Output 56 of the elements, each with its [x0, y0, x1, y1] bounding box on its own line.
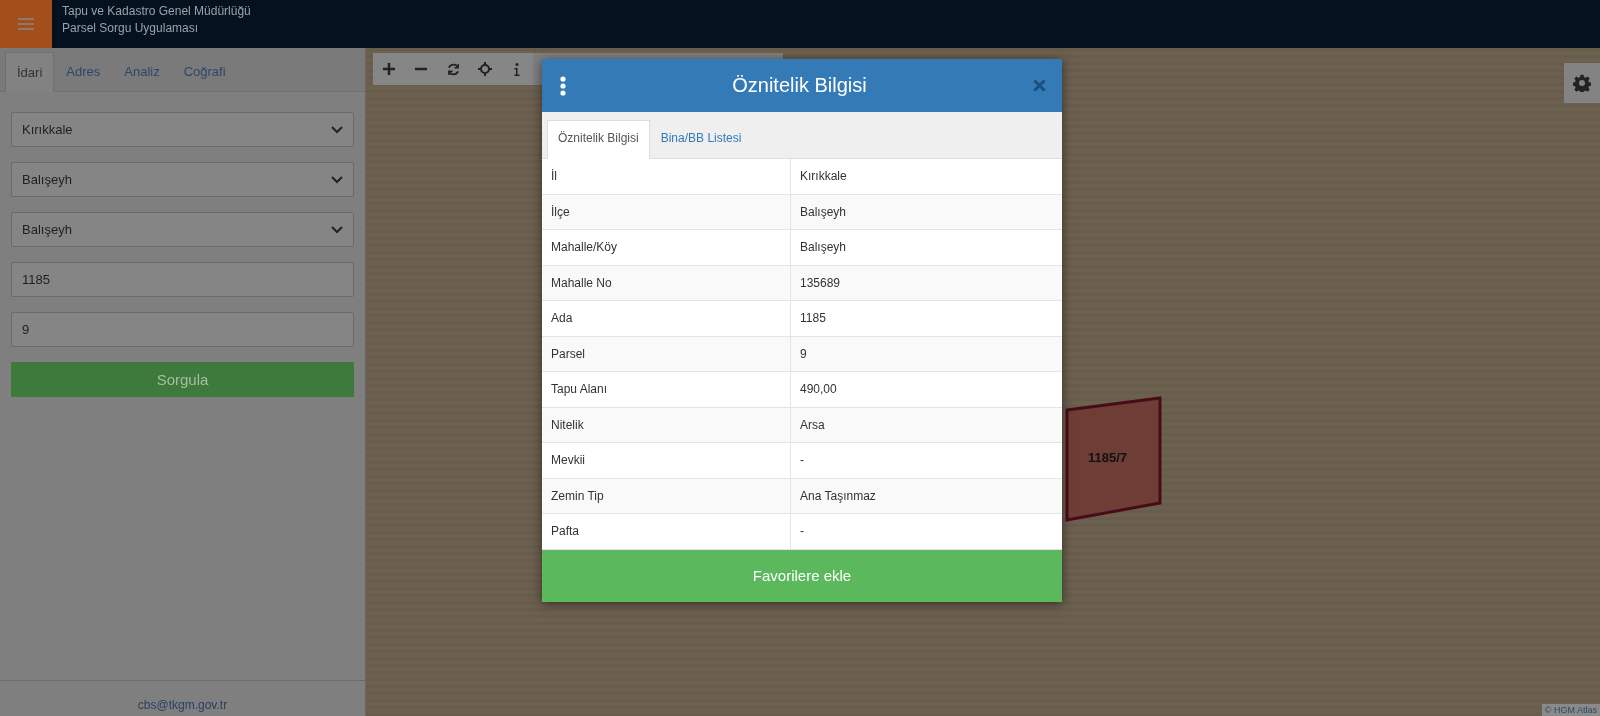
attribute-label: Nitelik	[542, 407, 791, 442]
attribute-label: Tapu Alanı	[542, 372, 791, 407]
options-button[interactable]	[560, 75, 566, 96]
attribute-label: Zemin Tip	[542, 478, 791, 513]
attribute-label: Parsel	[542, 336, 791, 371]
kebab-icon	[560, 75, 566, 96]
chevron-down-icon	[331, 125, 343, 134]
settings-icon	[1573, 74, 1591, 92]
map-attribution: © HGM Atlas	[1541, 704, 1600, 716]
attribute-label: İl	[542, 159, 791, 194]
attribute-value: Balışeyh	[799, 239, 848, 257]
dropdown-field[interactable]: Kırıkkale	[11, 112, 354, 147]
attribute-label: Mahalle/Köy	[542, 230, 791, 265]
add-favorites-button[interactable]: Favorilere ekle	[542, 549, 1062, 602]
attribute-label: Mevkii	[542, 443, 791, 478]
sidebar-tab[interactable]: Coğrafi	[171, 51, 238, 91]
attribute-value: 135689	[799, 274, 842, 292]
app-title: Tapu ve Kadastro Genel Müdürlüğü	[62, 4, 251, 18]
sidebar-tab[interactable]: Analiz	[112, 51, 172, 91]
attribute-label: İlçe	[542, 194, 791, 229]
app-subtitle: Parsel Sorgu Uygulaması	[62, 21, 200, 35]
attribute-value: 9	[799, 345, 808, 363]
attribute-value: Arsa	[799, 416, 826, 434]
attribute-value: Kırıkkale	[799, 168, 848, 186]
dialog-title: Öznitelik Bilgisi	[731, 74, 868, 97]
attribute-label: Pafta	[542, 514, 791, 549]
crosshair-icon	[478, 62, 492, 76]
input-field[interactable]: 9	[11, 312, 354, 347]
chevron-down-icon	[331, 225, 343, 234]
zoom-in-button[interactable]	[373, 53, 405, 85]
input-field[interactable]: 1185	[11, 262, 354, 297]
attribute-value: -	[799, 523, 805, 541]
attribute-label: Ada	[542, 301, 791, 336]
attribute-label: Mahalle No	[542, 265, 791, 300]
menu-icon	[18, 17, 34, 31]
parcel-polygon[interactable]	[1065, 396, 1162, 522]
dropdown-field[interactable]: Balışeyh	[11, 162, 354, 197]
info-icon	[514, 62, 520, 76]
attribute-value: Balışeyh	[799, 203, 848, 221]
close-icon	[1033, 79, 1046, 92]
attribute-value: -	[799, 452, 805, 470]
sidebar-tab[interactable]: Adres	[54, 51, 113, 91]
query-button[interactable]: Sorgula	[11, 362, 354, 397]
settings-button[interactable]	[1564, 63, 1600, 103]
dropdown-field[interactable]: Balışeyh	[11, 212, 354, 247]
email-link[interactable]: cbs@tkgm.gov.tr	[137, 698, 228, 712]
attribute-value: 490,00	[799, 381, 838, 399]
plus-icon	[383, 63, 395, 75]
refresh-icon	[446, 62, 460, 76]
attribute-value: 1185	[799, 310, 827, 328]
chevron-down-icon	[331, 175, 343, 184]
attribute-value: Ana Taşınmaz	[799, 487, 877, 505]
sidebar-tab[interactable]: İdari	[5, 52, 55, 92]
dialog-tab[interactable]: Bina/BB Listesi	[649, 120, 753, 158]
parcel-label: 1185/7	[1088, 450, 1128, 465]
dialog-tab[interactable]: Öznitelik Bilgisi	[547, 120, 650, 159]
